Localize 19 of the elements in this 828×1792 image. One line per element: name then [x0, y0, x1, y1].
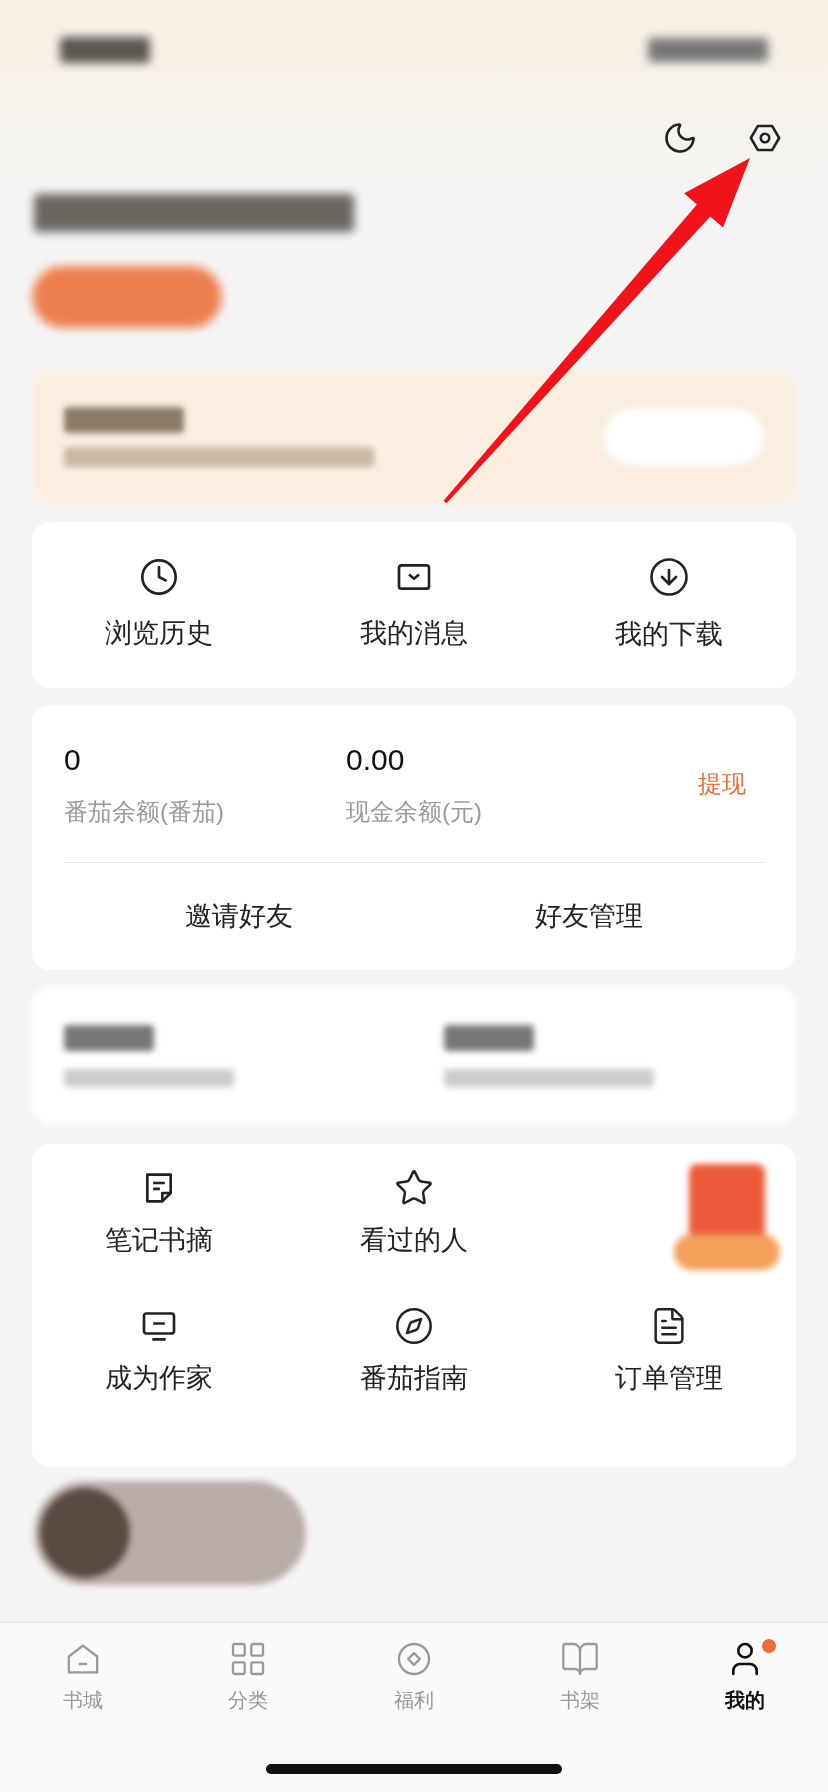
friend-action[interactable]: 邀请好友	[64, 863, 414, 970]
compass-icon	[394, 1305, 434, 1346]
clock-icon	[139, 556, 180, 597]
balance-value: 0	[64, 742, 82, 778]
tool-item[interactable]: 笔记书摘	[32, 1168, 287, 1306]
balance-value: 0.00	[346, 742, 406, 778]
quick-link[interactable]: 我的消息	[286, 522, 542, 688]
friend-action[interactable]: 好友管理	[414, 863, 764, 970]
tool-item[interactable]: 看过的人	[286, 1168, 542, 1306]
nav-tab[interactable]: 我的	[662, 1639, 828, 1715]
tool-item[interactable]: 成为作家	[32, 1305, 287, 1443]
tool-item[interactable]: 订单管理	[541, 1305, 796, 1443]
quick-link[interactable]: 浏览历史	[32, 522, 287, 688]
tool-item[interactable]: 番茄指南	[286, 1305, 542, 1443]
balance-label: 现金余额(元)	[346, 797, 483, 827]
quick-link[interactable]: 我的下载	[541, 522, 796, 688]
balance-label: 番茄余额(番茄)	[64, 797, 225, 827]
download-icon	[647, 555, 690, 598]
dark-mode-icon[interactable]	[662, 120, 698, 156]
